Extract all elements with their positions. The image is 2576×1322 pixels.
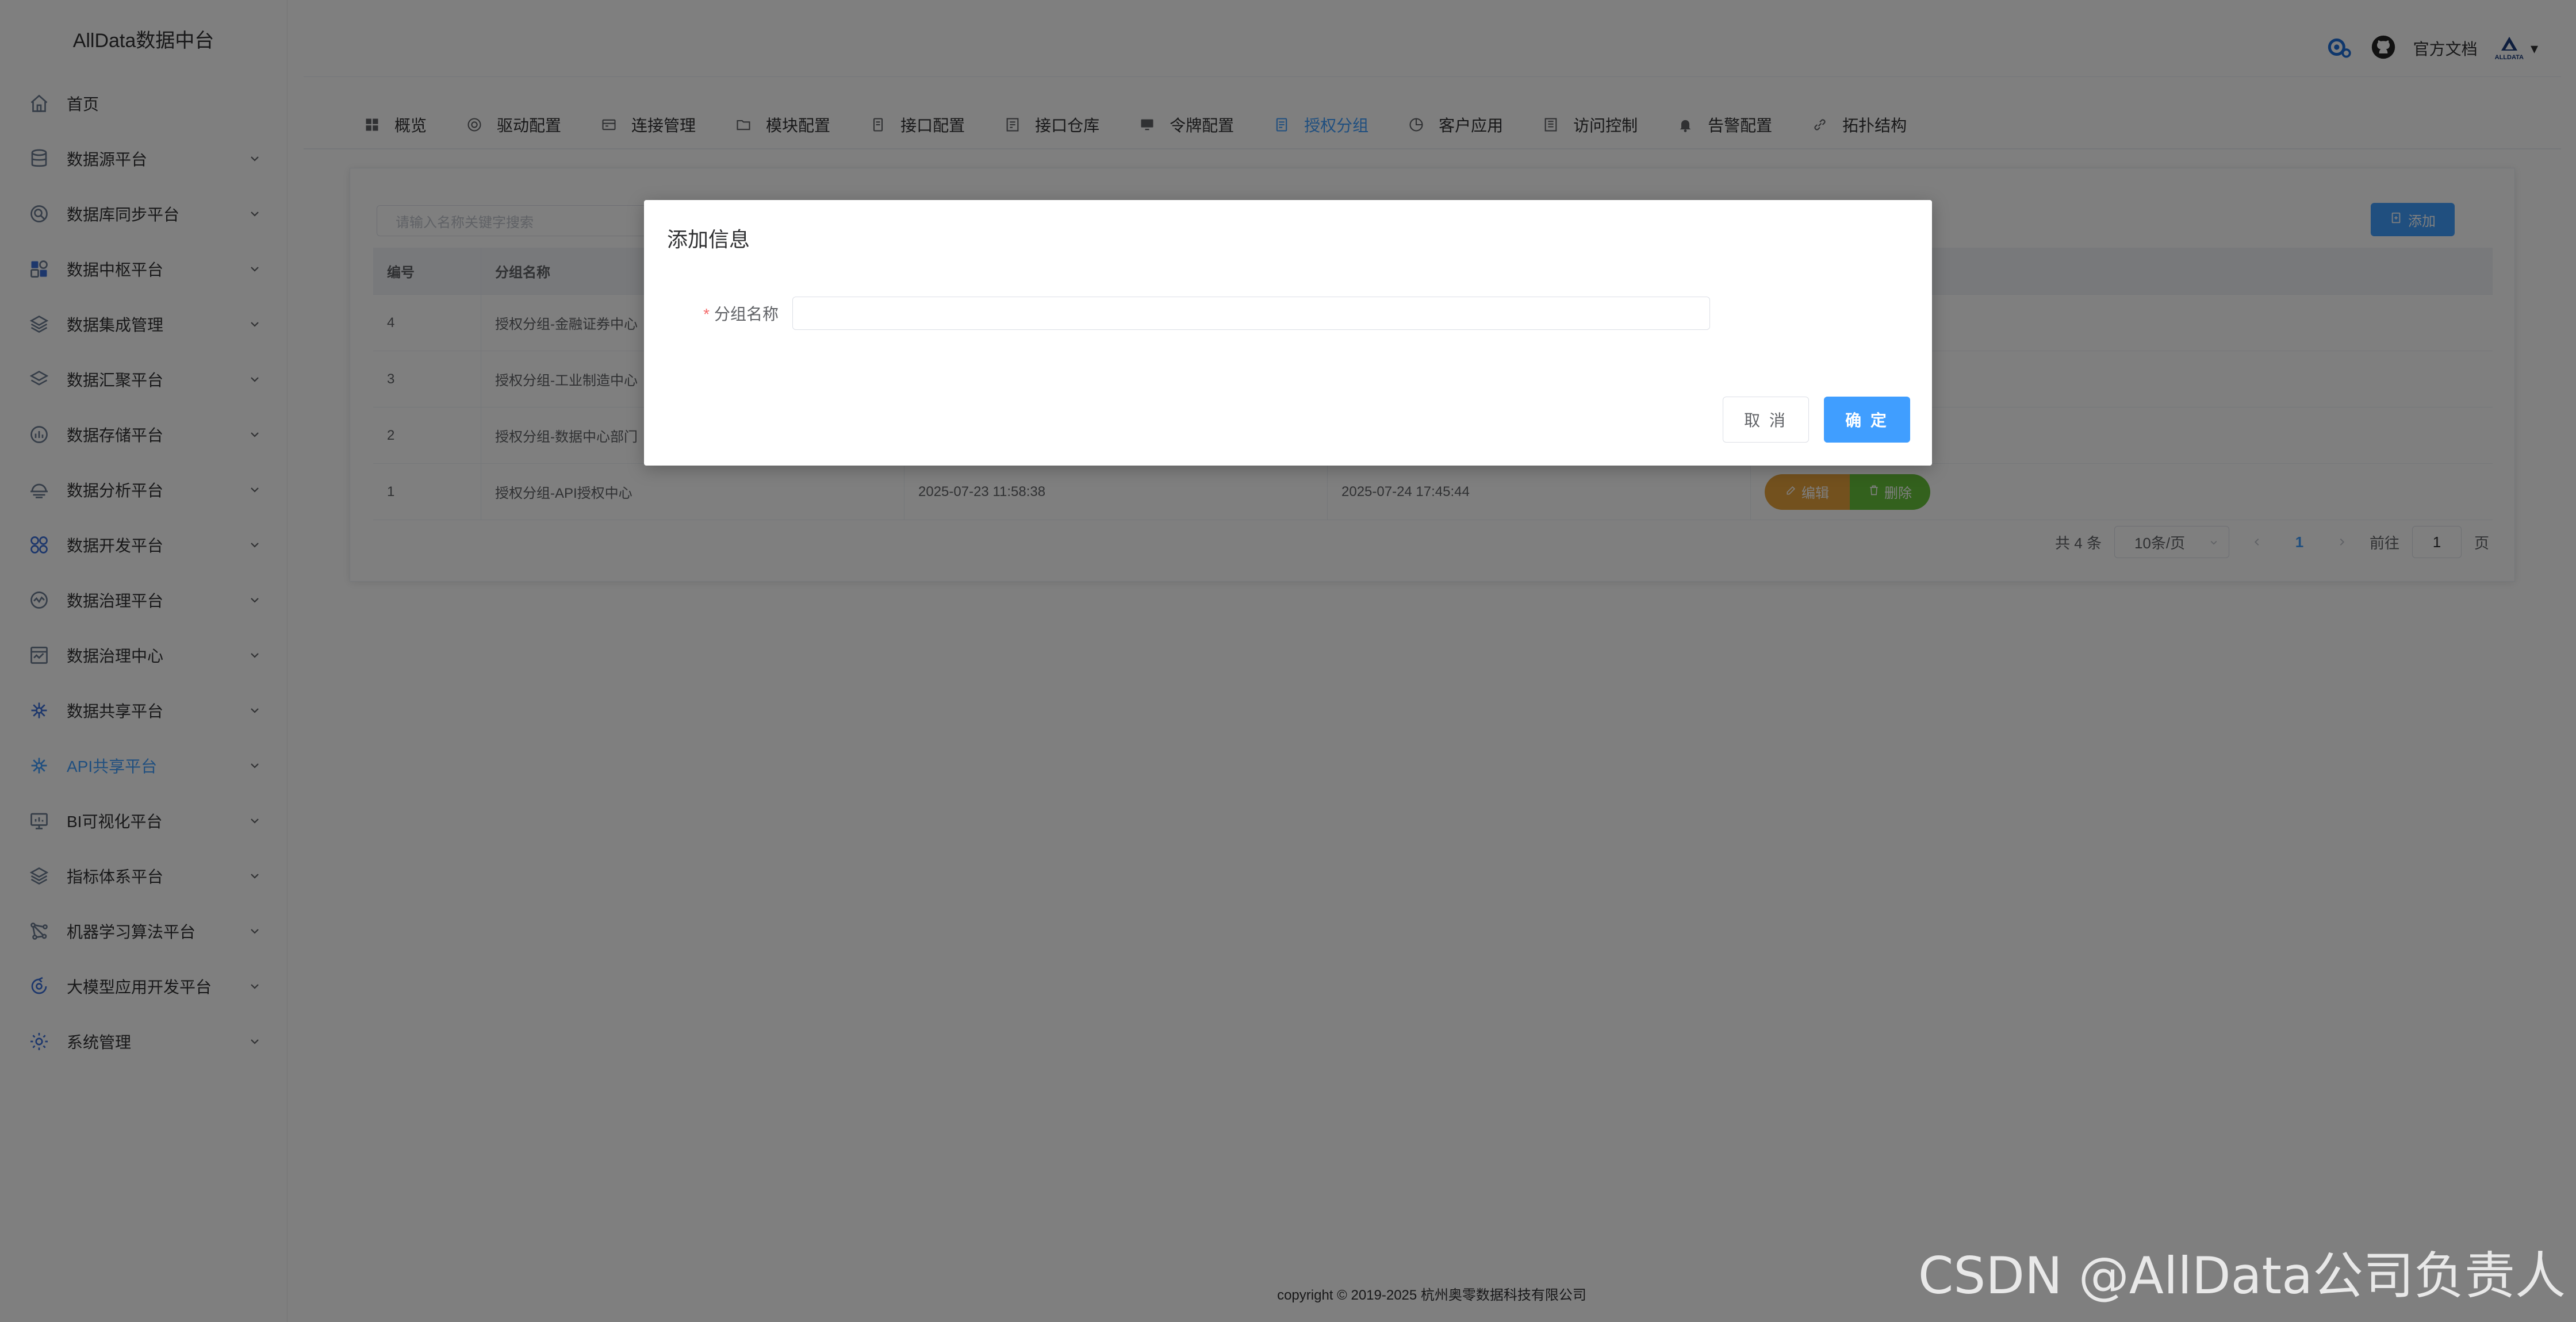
- cancel-button[interactable]: 取 消: [1723, 397, 1809, 443]
- required-mark: *: [703, 305, 710, 323]
- csdn-watermark: CSDN @AllData公司负责人: [1918, 1246, 2566, 1305]
- confirm-button[interactable]: 确 定: [1824, 397, 1910, 443]
- modal-overlay[interactable]: [0, 0, 2576, 1322]
- group-name-label: * 分组名称: [703, 305, 779, 323]
- group-name-input[interactable]: [792, 297, 1710, 330]
- dialog-title: 添加信息: [667, 228, 750, 251]
- add-info-dialog: 添加信息 * 分组名称 取 消 确 定: [644, 200, 1932, 466]
- group-name-form-row: * 分组名称: [644, 297, 1932, 330]
